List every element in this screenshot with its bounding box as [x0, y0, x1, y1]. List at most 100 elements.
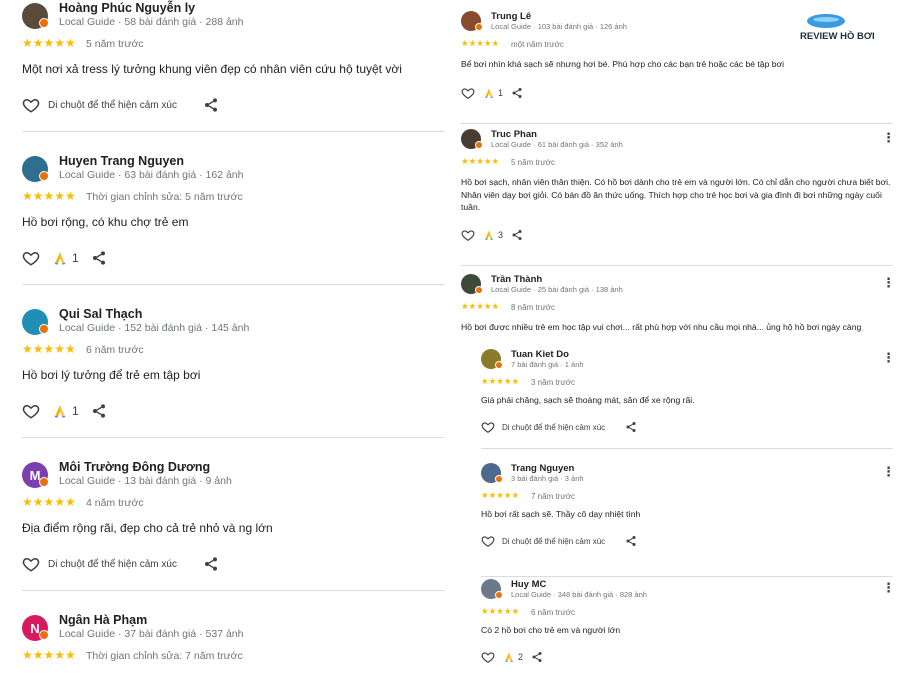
- like-heart-icon[interactable]: [22, 402, 40, 420]
- local-guide-badge-icon: [39, 171, 49, 181]
- share-icon[interactable]: [203, 97, 219, 113]
- reviewer-name[interactable]: Trung Lê: [491, 11, 531, 22]
- local-guide-badge-icon: [475, 286, 483, 294]
- praying-hands-emoji-icon: [483, 87, 495, 99]
- review-actions: Di chuột để thể hiện cảm xúc: [22, 555, 219, 573]
- react-hint-text: Di chuột để thể hiện cảm xúc: [48, 558, 177, 570]
- review-divider: [481, 576, 893, 577]
- review-date: Thời gian chỉnh sửa: 5 năm trước: [86, 191, 243, 203]
- review-date: 3 năm trước: [531, 378, 575, 387]
- star-rating: ★★★★★: [22, 495, 76, 509]
- share-icon[interactable]: [531, 651, 543, 663]
- share-icon[interactable]: [511, 87, 523, 99]
- reviewer-meta: Local Guide · 152 bài đánh giá · 145 ảnh: [59, 322, 250, 334]
- review-text: Hồ bơi sạch, nhân viên thân thiện. Có hồ…: [461, 177, 891, 212]
- review-text: Hồ bơi lý tưởng để trẻ em tập bơi: [22, 368, 201, 382]
- review-divider: [22, 284, 445, 285]
- review-date: 6 năm trước: [86, 344, 144, 356]
- like-heart-icon[interactable]: [461, 228, 475, 242]
- review-text: Một nơi xả tress lý tưởng khung viên đẹp…: [22, 62, 402, 76]
- like-heart-icon[interactable]: [22, 249, 40, 267]
- local-guide-badge-icon: [495, 591, 503, 599]
- review-actions: 2: [481, 650, 543, 664]
- review-date: 5 năm trước: [86, 38, 144, 50]
- reviewer-meta: Local Guide · 58 bài đánh giá · 288 ảnh: [59, 16, 244, 28]
- share-icon[interactable]: [511, 229, 523, 241]
- reviewer-name[interactable]: Môi Trường Đông Dương: [59, 460, 210, 474]
- more-options-icon[interactable]: ⋮: [882, 130, 895, 146]
- star-rating: ★★★★★: [22, 648, 76, 662]
- review-ho-boi-logo: REVIEW HỒ BƠI: [800, 14, 894, 44]
- review-date: 6 năm trước: [531, 608, 575, 617]
- like-heart-icon[interactable]: [22, 96, 40, 114]
- react-hint-text: Di chuột để thể hiện cảm xúc: [502, 422, 606, 432]
- reviewer-meta: 7 bài đánh giá · 1 ảnh: [511, 360, 584, 369]
- like-heart-icon[interactable]: [22, 555, 40, 573]
- star-rating: ★★★★★: [461, 301, 500, 311]
- praying-hands-emoji-icon: [52, 250, 68, 266]
- review-date: 7 năm trước: [531, 492, 575, 501]
- review-text: Có 2 hồ bơi cho trẻ em và người lớn: [481, 625, 621, 635]
- star-rating: ★★★★★: [481, 606, 520, 616]
- share-icon[interactable]: [91, 250, 107, 266]
- share-icon[interactable]: [625, 535, 637, 547]
- local-guide-badge-icon: [475, 141, 483, 149]
- reviewer-name[interactable]: Hoàng Phúc Nguyễn ly: [59, 1, 195, 15]
- reviewer-name[interactable]: Trang Nguyen: [511, 463, 574, 474]
- review-divider: [22, 437, 445, 438]
- like-heart-icon[interactable]: [481, 420, 495, 434]
- reaction-count: 1: [72, 251, 79, 265]
- review-text: Hồ bơi rất sạch sẽ. Thầy cô dạy nhiệt tì…: [481, 509, 641, 519]
- review-divider: [461, 265, 893, 266]
- review-text: Địa điểm rộng rãi, đẹp cho cả trẻ nhỏ và…: [22, 521, 273, 535]
- review-actions: 1: [22, 402, 107, 420]
- review-date: 4 năm trước: [86, 497, 144, 509]
- reviewer-name[interactable]: Huy MC: [511, 579, 546, 590]
- review-date: Thời gian chỉnh sửa: 7 năm trước: [86, 650, 243, 662]
- like-heart-icon[interactable]: [461, 86, 475, 100]
- review-divider: [461, 123, 893, 124]
- local-guide-badge-icon: [39, 18, 49, 28]
- react-hint-text: Di chuột để thể hiện cảm xúc: [48, 99, 177, 111]
- review-actions: 1: [22, 249, 107, 267]
- local-guide-badge-icon: [495, 475, 503, 483]
- reviewer-name[interactable]: Huyen Trang Nguyen: [59, 154, 184, 168]
- pool-logo-icon: [807, 14, 845, 28]
- star-rating: ★★★★★: [22, 36, 76, 50]
- review-actions: Di chuột để thể hiện cảm xúc: [481, 420, 637, 434]
- share-icon[interactable]: [625, 421, 637, 433]
- like-heart-icon[interactable]: [481, 650, 495, 664]
- more-options-icon[interactable]: ⋮: [882, 580, 895, 596]
- reviewer-meta: Local Guide · 103 bài đánh giá · 126 ảnh: [491, 22, 627, 31]
- reviewer-name[interactable]: Truc Phan: [491, 129, 537, 140]
- more-options-icon[interactable]: ⋮: [882, 464, 895, 480]
- local-guide-badge-icon: [39, 477, 49, 487]
- review-actions: 1: [461, 86, 523, 100]
- local-guide-badge-icon: [39, 630, 49, 640]
- reaction-count: 1: [498, 88, 504, 98]
- reviewer-name[interactable]: Tuan Kiet Do: [511, 349, 569, 360]
- star-rating: ★★★★★: [481, 376, 520, 386]
- local-guide-badge-icon: [495, 361, 503, 369]
- reviewer-meta: Local Guide · 63 bài đánh giá · 162 ảnh: [59, 169, 244, 181]
- reviewer-meta: Local Guide · 13 bài đánh giá · 9 ảnh: [59, 475, 232, 487]
- praying-hands-emoji-icon: [503, 651, 515, 663]
- praying-hands-emoji-icon: [52, 403, 68, 419]
- review-text: Bể bơi nhìn khá sạch sẽ nhưng hơi bé. Ph…: [461, 59, 785, 69]
- reviewer-name[interactable]: Trần Thành: [491, 274, 542, 285]
- review-date: 8 năm trước: [511, 303, 555, 312]
- share-icon[interactable]: [91, 403, 107, 419]
- like-heart-icon[interactable]: [481, 534, 495, 548]
- star-rating: ★★★★★: [22, 342, 76, 356]
- more-options-icon[interactable]: ⋮: [882, 350, 895, 366]
- star-rating: ★★★★★: [461, 156, 500, 166]
- star-rating: ★★★★★: [481, 490, 520, 500]
- star-rating: ★★★★★: [461, 38, 500, 48]
- reviewer-name[interactable]: Ngân Hà Phạm: [59, 613, 147, 627]
- review-divider: [22, 590, 445, 591]
- more-options-icon[interactable]: ⋮: [882, 275, 895, 291]
- share-icon[interactable]: [203, 556, 219, 572]
- reviewer-name[interactable]: Qui Sal Thạch: [59, 307, 142, 321]
- review-actions: 3: [461, 228, 523, 242]
- review-actions: Di chuột để thể hiện cảm xúc: [481, 534, 637, 548]
